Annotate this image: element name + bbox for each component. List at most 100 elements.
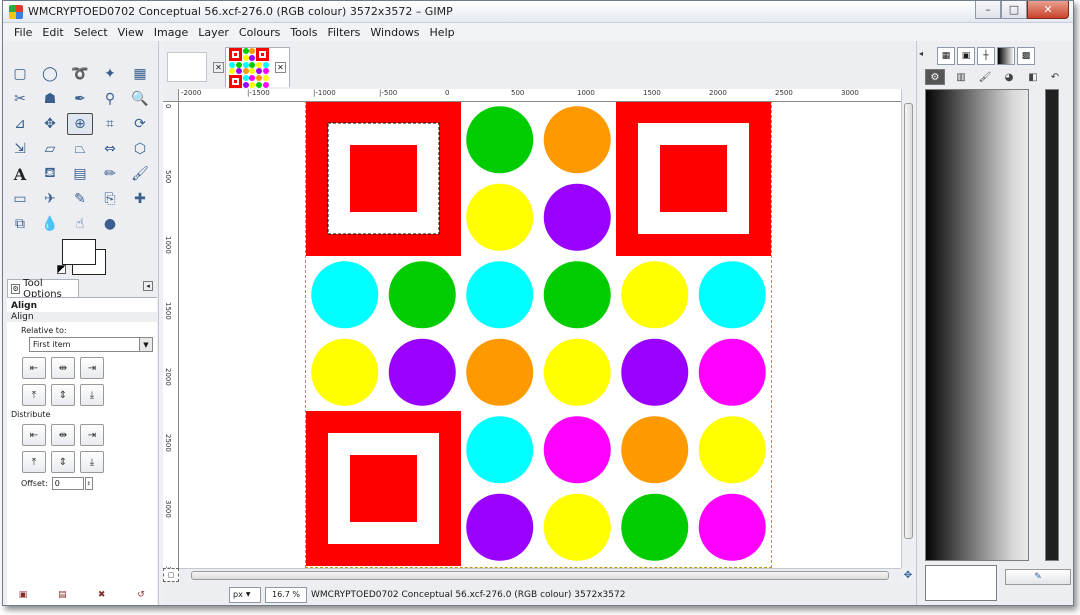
dodge-burn-icon[interactable]: ● (97, 213, 123, 235)
scale-icon[interactable]: ⇲ (7, 138, 33, 160)
menu-file[interactable]: File (9, 26, 37, 39)
foreground-color-swatch[interactable] (62, 239, 96, 265)
color-picker-icon[interactable]: ⚲ (97, 88, 123, 110)
vertical-scrollbar[interactable] (901, 89, 915, 568)
horizontal-ruler[interactable]: -2000 |-1500 |-1000 |-500 0 500 1000 1500 2000 25… (179, 89, 901, 102)
zoom-icon[interactable]: 🔍 (127, 88, 153, 110)
ink-icon[interactable]: ✎ (67, 188, 93, 210)
close-button[interactable]: ✕ (1027, 1, 1069, 19)
foreground-select-icon[interactable]: ☗ (37, 88, 63, 110)
heal-icon[interactable]: ✚ (127, 188, 153, 210)
default-colors-icon[interactable] (57, 265, 66, 274)
dock-arrow-icon[interactable]: ◂ (919, 49, 923, 58)
ellipse-select-icon[interactable]: ◯ (37, 63, 63, 85)
flip-icon[interactable]: ⇔ (97, 138, 123, 160)
distribute-right-button[interactable]: ⇥ (80, 424, 104, 446)
paintbrush-icon[interactable]: 🖌 (127, 163, 153, 185)
gradients-tab-icon[interactable] (997, 47, 1015, 65)
distribute-bottom-button[interactable]: ⤓ (80, 451, 104, 473)
menu-colours[interactable]: Colours (234, 26, 285, 39)
move-icon[interactable]: ✥ (37, 113, 63, 135)
eraser-icon[interactable]: ▭ (7, 188, 33, 210)
horizontal-scroll-thumb[interactable] (191, 571, 889, 580)
dock-scrollbar[interactable] (1061, 89, 1073, 561)
vertical-scroll-thumb[interactable] (904, 103, 913, 539)
menu-windows[interactable]: Windows (365, 26, 424, 39)
perspective-clone-icon[interactable]: ⧉ (7, 213, 33, 235)
quick-mask-toggle[interactable]: ▢ (163, 568, 179, 582)
vertical-ruler[interactable]: 0500100015002000250030003500 (163, 102, 179, 568)
rect-select-icon[interactable]: ▢ (7, 63, 33, 85)
align-center-button[interactable]: ⇹ (51, 357, 75, 379)
align-right-button[interactable]: ⇥ (80, 357, 104, 379)
offset-input[interactable]: 0 (51, 477, 84, 490)
blur-icon[interactable]: 💧 (37, 213, 63, 235)
fonts-tab-icon[interactable]: ┼ (977, 47, 995, 65)
bucket-fill-icon[interactable]: ⛾ (37, 163, 63, 185)
cage-icon[interactable]: ⬡ (127, 138, 153, 160)
distribute-middle-button[interactable]: ⇕ (51, 451, 75, 473)
offset-spin-icon[interactable]: ⇕ (84, 477, 93, 490)
restore-options-icon[interactable]: ▤ (56, 589, 68, 601)
text-icon[interactable]: A (7, 163, 33, 185)
reset-options-icon[interactable]: ↺ (135, 589, 147, 601)
delete-options-icon[interactable]: ✖ (96, 589, 108, 601)
tool-options-dock-icon[interactable]: ⚙ (925, 69, 945, 85)
clone-icon[interactable]: ⎘ (97, 188, 123, 210)
menu-image[interactable]: Image (149, 26, 193, 39)
rotate-icon[interactable]: ⟳ (127, 113, 153, 135)
tab-tool-options[interactable]: ⚙ Tool Options (7, 278, 79, 300)
colors-icon[interactable]: ◕ (999, 69, 1019, 85)
save-options-icon[interactable]: ▣ (17, 589, 29, 601)
distribute-left-button[interactable]: ⇤ (22, 424, 46, 446)
measure-icon[interactable]: ⊿ (7, 113, 33, 135)
paths-icon[interactable]: ✒ (67, 88, 93, 110)
align-icon[interactable]: ⊕ (67, 113, 93, 135)
dock-menu-icon[interactable]: ◂ (143, 281, 153, 291)
pencil-icon[interactable]: ✏ (97, 163, 123, 185)
smudge-icon[interactable]: ☝ (67, 213, 93, 235)
menu-edit[interactable]: Edit (37, 26, 68, 39)
distribute-center-button[interactable]: ⇹ (51, 424, 75, 446)
crop-icon[interactable]: ⌗ (97, 113, 123, 135)
image-canvas[interactable] (306, 102, 771, 567)
maximize-button[interactable]: □ (1001, 1, 1027, 19)
menu-select[interactable]: Select (69, 26, 113, 39)
close-icon[interactable]: ✕ (213, 61, 224, 73)
menu-tools[interactable]: Tools (285, 26, 322, 39)
minimize-button[interactable]: – (975, 1, 1001, 19)
select-by-color-icon[interactable]: ▦ (127, 63, 153, 85)
relative-to-select[interactable]: First item ▼ (29, 337, 153, 352)
patterns-tab-icon[interactable]: ▦ (937, 47, 955, 65)
airbrush-icon[interactable]: ✈ (37, 188, 63, 210)
horizontal-scrollbar[interactable] (179, 568, 901, 582)
menu-view[interactable]: View (113, 26, 149, 39)
layers-icon[interactable]: ◧ (1023, 69, 1043, 85)
lasso-icon[interactable]: ➰ (67, 63, 93, 85)
shear-icon[interactable]: ▱ (37, 138, 63, 160)
perspective-icon[interactable]: ⏢ (67, 138, 93, 160)
device-status-icon[interactable]: ▥ (951, 69, 971, 85)
image-tab-conceptual[interactable]: ✕ (225, 47, 290, 88)
blend-icon[interactable]: ▤ (67, 163, 93, 185)
gradient-preview[interactable] (925, 89, 1029, 561)
menu-filters[interactable]: Filters (322, 26, 365, 39)
close-icon[interactable]: ✕ (275, 62, 286, 73)
unit-select[interactable]: px ▼ (229, 586, 261, 603)
undo-history-icon[interactable]: ↶ (1045, 69, 1065, 85)
image-tab-blank[interactable]: ✕ (167, 47, 224, 87)
fuzzy-select-icon[interactable]: ✦ (97, 63, 123, 85)
menu-help[interactable]: Help (425, 26, 460, 39)
brush-icon[interactable]: 🖌 (975, 69, 995, 85)
palettes-tab-icon[interactable]: ▩ (1017, 47, 1035, 65)
navigate-icon[interactable]: ✥ (901, 568, 915, 582)
edit-gradient-button[interactable]: ✎ (1005, 569, 1071, 585)
ruler-corner[interactable] (163, 89, 179, 102)
zoom-select[interactable]: 16.7 % (265, 586, 307, 603)
canvas-area[interactable] (179, 102, 901, 568)
menu-layer[interactable]: Layer (193, 26, 234, 39)
fg-bg-colors[interactable] (57, 239, 107, 275)
scissors-icon[interactable]: ✂ (7, 88, 33, 110)
align-bottom-button[interactable]: ⤓ (80, 384, 104, 406)
align-left-button[interactable]: ⇤ (22, 357, 46, 379)
